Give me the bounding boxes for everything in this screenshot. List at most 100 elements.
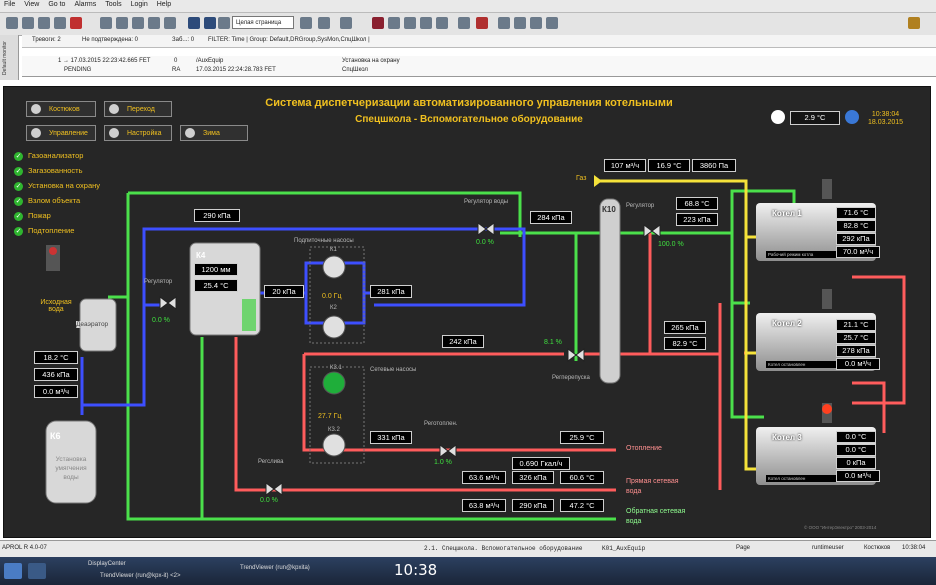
start-menu-icon[interactable] [4, 563, 22, 579]
boiler-3-value: 0.0 °C [836, 444, 876, 456]
gas-flag [594, 175, 602, 187]
boiler-3-value: 0.0 м³/ч [836, 470, 880, 482]
valve-regulator-right [643, 224, 661, 238]
search-icon[interactable] [54, 17, 66, 29]
menu-help[interactable]: Help [153, 0, 176, 8]
nav-winter-button[interactable]: Зима [180, 125, 248, 141]
tool-icon[interactable] [340, 17, 352, 29]
page-select[interactable]: Целая страница [232, 16, 294, 29]
save-icon[interactable] [22, 17, 34, 29]
menu-goto[interactable]: Go to [44, 0, 70, 8]
forward-arrow-icon[interactable] [204, 17, 216, 29]
menu-tools[interactable]: Tools [101, 0, 126, 8]
nav-transition-button[interactable]: Переход [104, 101, 172, 117]
source-water-temp: 18.2 °C [34, 351, 78, 364]
boiler-3-value: 0 кПа [836, 457, 876, 469]
tool-icon[interactable] [100, 17, 112, 29]
tool-icon[interactable] [164, 17, 176, 29]
supply-pressure: 326 кПа [512, 471, 554, 484]
boiler-1-value: 71.6 °C [836, 207, 876, 219]
host-name: Костюков [864, 545, 891, 551]
source-water-label: Исходная вода [40, 299, 72, 313]
home-icon[interactable] [218, 17, 230, 29]
right-regulator-pct: 100.0 % [658, 241, 684, 248]
boiler-1-status: Рабочий режим котла [766, 251, 836, 258]
menu-view[interactable]: View [20, 0, 44, 8]
desktop-icon[interactable] [28, 563, 46, 579]
nav-control-button[interactable]: Управление [26, 125, 96, 141]
network-pumps-freq: 27.7 Гц [318, 413, 342, 420]
nav-kostyukov-button[interactable]: Костюков [26, 101, 96, 117]
page-button[interactable]: Page [736, 545, 750, 551]
stop-icon[interactable] [70, 17, 82, 29]
menu-login[interactable]: Login [127, 0, 153, 8]
task-display-center[interactable]: DisplayCenter [88, 561, 126, 567]
tool-icon[interactable] [148, 17, 160, 29]
pump-k1-label: К1 [330, 247, 337, 253]
window-icon[interactable] [908, 17, 920, 29]
tool-icon[interactable] [116, 17, 128, 29]
toolbar [0, 13, 936, 36]
heating-label: Отопление [626, 445, 662, 452]
page-subtitle: Спецшкола - Вспомогательное оборудование [355, 114, 583, 125]
alarm-icon[interactable] [476, 17, 488, 29]
taskbar-clock: 10:38 [394, 561, 438, 579]
drain-regulator-label: Регслива [258, 459, 284, 465]
tool-icon[interactable] [514, 17, 526, 29]
check-icon: ✓ [14, 197, 23, 206]
alarm-code: 0 [174, 58, 178, 64]
user-name: runtimeuser [812, 545, 844, 551]
k10-column [599, 198, 621, 384]
tool-icon[interactable] [436, 17, 448, 29]
task-trendviewer-2[interactable]: TrendViewer (run@kpx-it) <2> [100, 573, 180, 579]
gas-flow: 107 м³/ч [604, 159, 646, 172]
temp-829: 82.9 °C [664, 337, 706, 350]
tool-icon[interactable] [132, 17, 144, 29]
tool-icon[interactable] [458, 17, 470, 29]
print-icon[interactable] [6, 17, 18, 29]
alarm-row[interactable]: 1 → 17.03.2015 22:23:42.665 FET PENDING … [22, 56, 936, 77]
supply-label: Прямая сетевая вода [626, 478, 679, 495]
version-label: APROL R 4.0-07 [2, 545, 47, 551]
return-temp: 47.2 °C [560, 499, 604, 512]
tool-icon[interactable] [404, 17, 416, 29]
back-arrow-icon[interactable] [188, 17, 200, 29]
tool-icon[interactable] [372, 17, 384, 29]
default-monitor-tab[interactable]: Default monitor [0, 35, 19, 80]
zoom-icon[interactable] [318, 17, 330, 29]
page-title: Система диспетчеризации автоматизированн… [265, 97, 673, 109]
menu-alarms[interactable]: Alarms [70, 0, 101, 8]
tool-icon[interactable] [546, 17, 558, 29]
bypass-label: Регперепуска [552, 375, 590, 381]
outdoor-temp: 2.9 °C [790, 111, 840, 125]
zoom-icon[interactable] [300, 17, 312, 29]
status-gas-analyzer: ✓ Газоанализатор [14, 151, 84, 161]
filter-text: FILTER: Time | Group: Default,DRGroup,Sy… [208, 37, 370, 43]
supply-power: 0.690 Гкал/ч [512, 457, 570, 470]
task-trendviewer-1[interactable]: TrendViewer (run@kpxita) [240, 565, 310, 571]
tool-icon[interactable] [388, 17, 400, 29]
boiler-3-value: 0.0 °C [836, 431, 876, 443]
tool-icon[interactable] [498, 17, 510, 29]
k4-label: К4 [196, 251, 206, 260]
tool-icon[interactable] [530, 17, 542, 29]
k4-level-bar [242, 299, 256, 331]
boiler-3-status: Котел остановлен [766, 475, 836, 482]
menu-file[interactable]: File [0, 0, 20, 8]
home-icon [109, 104, 119, 114]
tool-icon[interactable] [420, 17, 432, 29]
alarm-count: Тревоги: 2 [32, 37, 61, 43]
snowflake-icon [185, 128, 195, 138]
pressure-20: 20 кПа [264, 285, 304, 298]
valve-regulator-left [159, 296, 177, 310]
nav-settings-button[interactable]: Настройка [104, 125, 172, 141]
k6-description: Установка умягчения воды [55, 456, 87, 481]
datetime: 10:38:04 18.03.2015 [868, 111, 903, 127]
pump-k31-label: К3.1 [330, 365, 342, 371]
info-icon [771, 110, 785, 124]
copy-icon[interactable] [38, 17, 50, 29]
status-fire: ✓ Пожар [14, 211, 51, 221]
unacknowledged-count: Не подтверждена: 0 [82, 37, 139, 43]
signal-light-boiler2 [822, 289, 832, 309]
boiler-2-label: Котел 2 [772, 319, 802, 328]
